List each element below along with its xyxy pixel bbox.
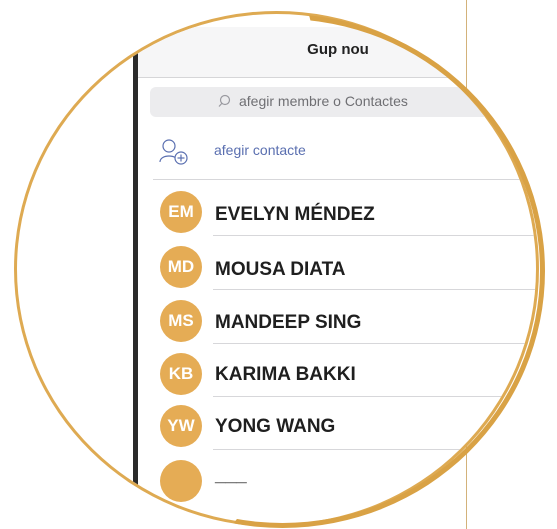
add-person-icon: [159, 139, 188, 165]
divider: [213, 289, 536, 290]
search-icon: [218, 94, 231, 107]
divider: [213, 396, 536, 397]
contact-name: ___: [215, 465, 247, 486]
contact-name: YONG WANG: [215, 416, 336, 437]
add-contact-label: afegir contacte: [214, 142, 306, 158]
divider: [213, 235, 536, 236]
divider: [213, 343, 536, 344]
contact-name: EVELYN MÉNDEZ: [215, 204, 375, 225]
phone-screen: Gup nou afegir membre o Contactes afegir…: [17, 14, 536, 524]
search-input[interactable]: afegir membre o Contactes: [150, 87, 530, 117]
nav-bar: Gup nou: [138, 27, 536, 78]
search-placeholder: afegir membre o Contactes: [239, 93, 408, 109]
avatar: EM: [160, 191, 202, 233]
divider: [153, 179, 536, 180]
phone-bezel: [133, 14, 138, 524]
contact-name: MANDEEP SING: [215, 312, 362, 333]
avatar: MS: [160, 300, 202, 342]
avatar: [160, 460, 202, 502]
avatar: MD: [160, 246, 202, 288]
avatar: KB: [160, 353, 202, 395]
avatar: YW: [160, 405, 202, 447]
page-title: Gup nou: [307, 41, 369, 58]
contact-name: KARIMA BAKKI: [215, 364, 356, 385]
divider: [213, 449, 536, 450]
add-contact-button[interactable]: afegir contacte: [153, 131, 533, 171]
zoom-circle: Gup nou afegir membre o Contactes afegir…: [14, 11, 539, 527]
contact-name: MOUSA DIATA: [215, 259, 346, 280]
